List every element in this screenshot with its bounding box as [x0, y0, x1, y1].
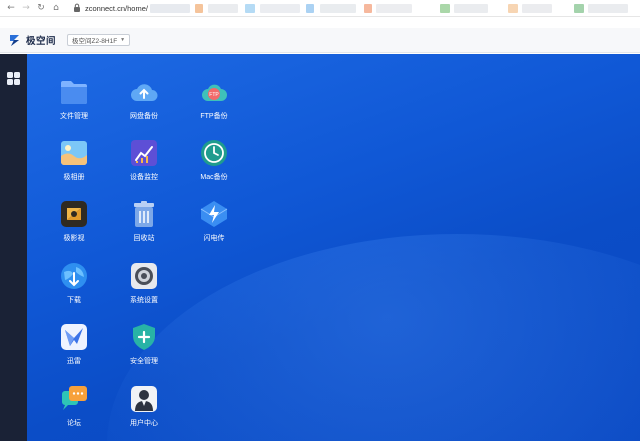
app-label: 文件管理: [60, 113, 88, 120]
app-label: 下载: [67, 297, 81, 304]
app-label: 用户中心: [130, 420, 158, 427]
app-mac-backup[interactable]: Mac备份: [184, 138, 244, 196]
app-flash-transfer[interactable]: 闪电传: [184, 199, 244, 257]
app-label: 网盘备份: [130, 113, 158, 120]
app-device-monitor[interactable]: 设备监控: [114, 138, 174, 196]
monitor-chart-icon: [131, 140, 157, 166]
app-photo-album[interactable]: 极相册: [44, 138, 104, 196]
lightning-transfer-icon: [200, 201, 228, 227]
chevron-down-icon: ▼: [120, 37, 126, 43]
app-label: 闪电传: [203, 235, 225, 242]
trash-icon: [134, 201, 154, 227]
desktop: 文件管理 网盘备份 FTP FTP备份 极相册 设备监控 Mac备份 极影视 回…: [27, 54, 640, 441]
app-label: 回收站: [133, 235, 155, 242]
xunlei-icon: [61, 324, 87, 350]
app-system-settings[interactable]: 系统设置: [114, 261, 174, 319]
app-file-manager[interactable]: 文件管理: [44, 77, 104, 135]
app-video[interactable]: 极影视: [44, 199, 104, 257]
user-center-icon: [131, 386, 157, 412]
device-selector[interactable]: 极空间Z2-8H1F ▼: [67, 34, 131, 46]
back-icon[interactable]: ←: [6, 3, 16, 13]
app-label: 系统设置: [130, 297, 158, 304]
app-label: 极影视: [63, 235, 85, 242]
app-download[interactable]: 下载: [44, 261, 104, 319]
app-label: 设备监控: [130, 174, 158, 181]
app-grid-icon[interactable]: [7, 72, 20, 85]
zspace-logo-icon: [10, 35, 19, 46]
app-label: 安全管理: [130, 358, 158, 365]
video-icon: [61, 201, 87, 227]
settings-icon: [131, 263, 157, 289]
blurred-bookmarks: [150, 4, 638, 13]
time-machine-icon: [201, 140, 227, 166]
app-forum[interactable]: 论坛: [44, 384, 104, 441]
app-user-center[interactable]: 用户中心: [114, 384, 174, 441]
device-label: 极空间Z2-8H1F: [72, 38, 118, 45]
app-security[interactable]: 安全管理: [114, 322, 174, 380]
sidebar: [0, 54, 27, 441]
app-label: 论坛: [67, 420, 81, 427]
app-recycle-bin[interactable]: 回收站: [114, 199, 174, 257]
app-header: 极空间 极空间Z2-8H1F ▼: [0, 28, 640, 53]
security-shield-icon: [133, 324, 155, 350]
toolbar-spacer: [0, 17, 640, 28]
photo-album-icon: [61, 141, 87, 165]
app-label: FTP备份: [200, 113, 228, 120]
forum-chat-icon: [62, 386, 87, 410]
folder-icon: [61, 81, 87, 104]
cloud-upload-icon: [131, 84, 158, 101]
app-label: 迅雷: [67, 358, 81, 365]
home-icon[interactable]: ⌂: [51, 3, 61, 13]
svg-text:FTP: FTP: [209, 92, 219, 98]
app-label: 极相册: [63, 174, 85, 181]
app-xunlei[interactable]: 迅雷: [44, 322, 104, 380]
brand-name: 极空间: [26, 36, 57, 47]
lock-icon: [74, 3, 80, 12]
reload-icon[interactable]: ↻: [36, 3, 46, 13]
app-cloud-backup[interactable]: 网盘备份: [114, 77, 174, 135]
app-label: Mac备份: [200, 174, 228, 181]
ftp-icon: FTP: [202, 84, 227, 101]
address-bar-url[interactable]: zconnect.cn/home/: [85, 4, 148, 13]
browser-toolbar: ← → ↻ ⌂ zconnect.cn/home/: [0, 0, 640, 17]
app-ftp-backup[interactable]: FTP FTP备份: [184, 77, 244, 135]
forward-icon[interactable]: →: [21, 3, 31, 13]
download-globe-icon: [61, 263, 87, 289]
